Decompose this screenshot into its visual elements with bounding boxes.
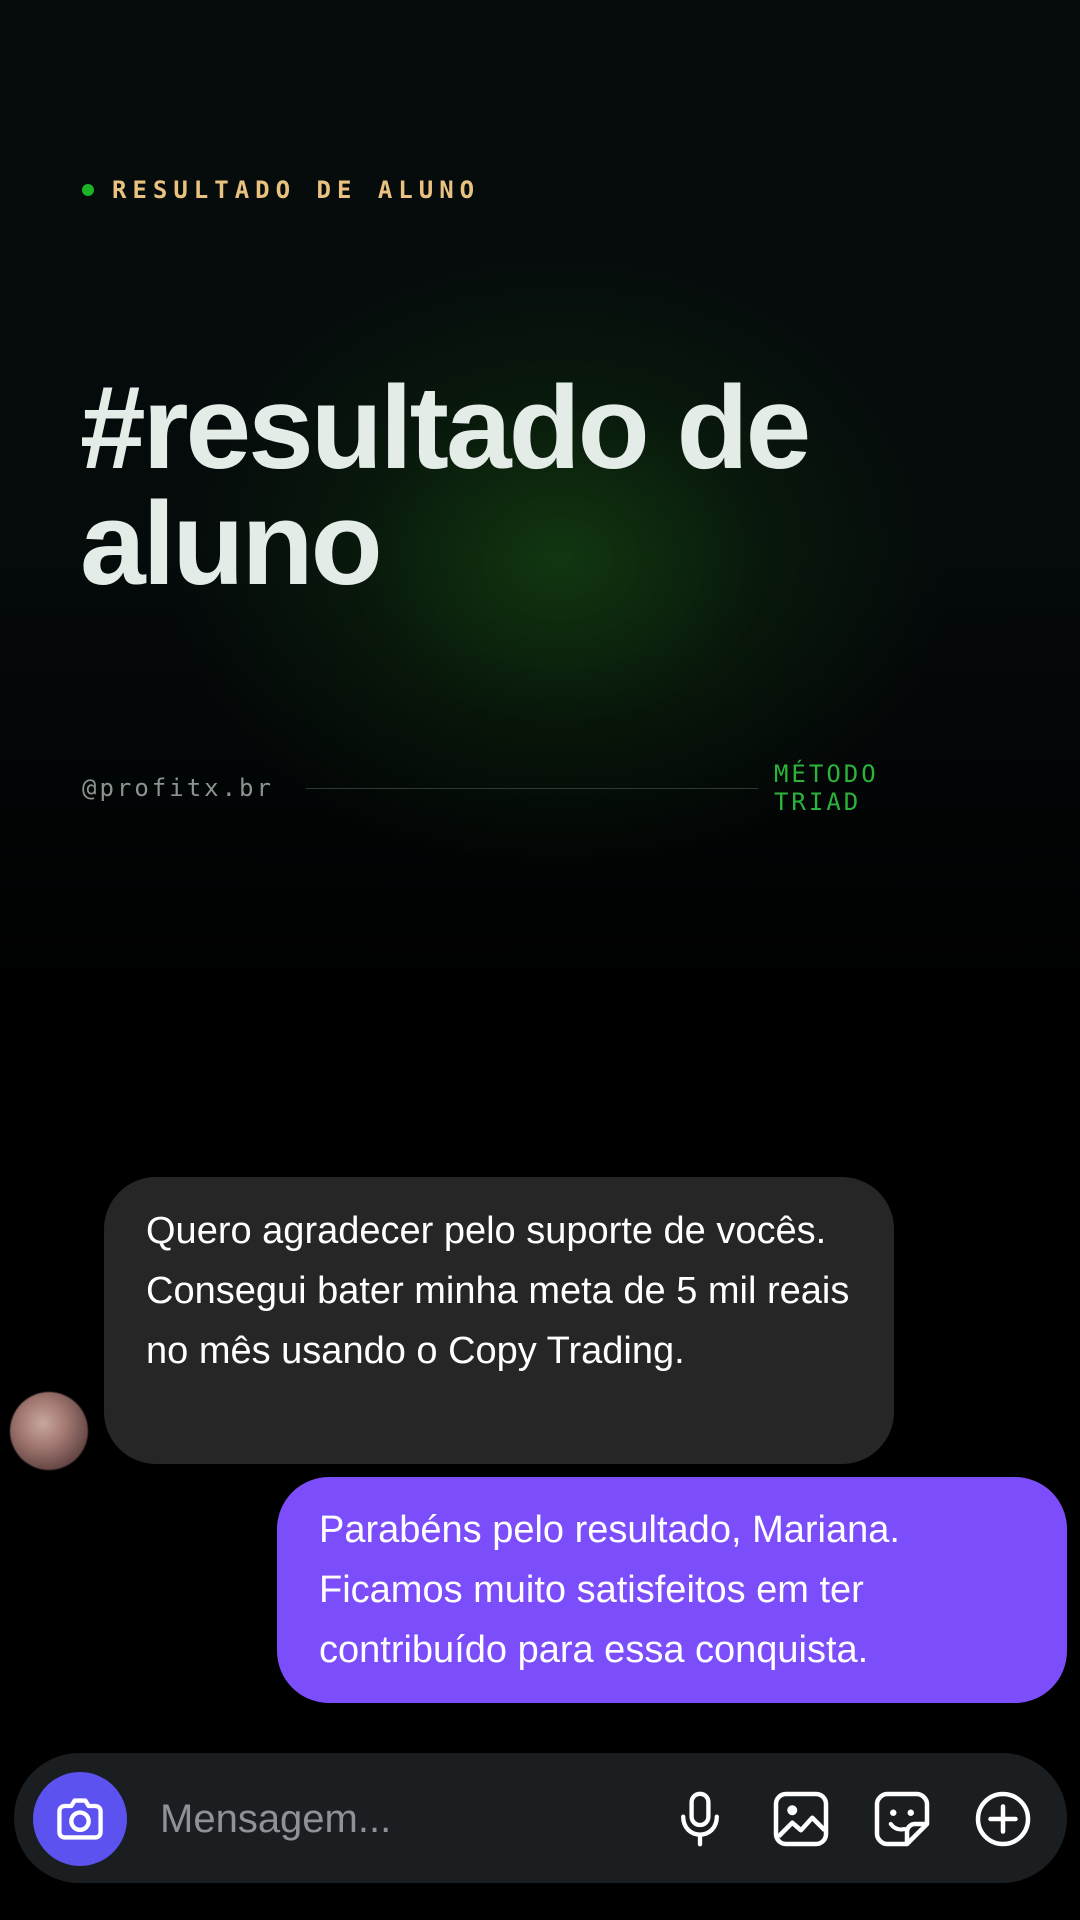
- method-label: MÉTODO TRIAD: [773, 760, 879, 816]
- message-composer: [14, 1753, 1067, 1883]
- avatar[interactable]: [10, 1392, 88, 1470]
- handle-row: @profitx.br MÉTODO TRIAD: [82, 760, 982, 816]
- microphone-icon: [681, 1791, 719, 1847]
- kicker-label: RESULTADO DE ALUNO: [112, 176, 481, 204]
- gallery-button[interactable]: [769, 1787, 833, 1851]
- status-dot-icon: [82, 184, 94, 196]
- outgoing-message-bubble[interactable]: Parabéns pelo resultado, Mariana. Ficamo…: [277, 1477, 1067, 1703]
- message-input[interactable]: [158, 1785, 642, 1853]
- sticker-button[interactable]: [870, 1787, 934, 1851]
- outgoing-message-text: Parabéns pelo resultado, Mariana. Ficamo…: [319, 1509, 900, 1671]
- incoming-message-bubble[interactable]: Quero agradecer pelo suporte de vocês. C…: [104, 1177, 894, 1464]
- camera-button[interactable]: [33, 1772, 127, 1866]
- incoming-message-text: Quero agradecer pelo suporte de vocês. C…: [146, 1210, 850, 1372]
- gallery-icon: [773, 1791, 829, 1847]
- account-handle: @profitx.br: [82, 774, 274, 802]
- kicker: RESULTADO DE ALUNO: [82, 176, 480, 204]
- add-icon: [975, 1791, 1031, 1847]
- add-button[interactable]: [971, 1787, 1035, 1851]
- headline: #resultado de aluno: [80, 369, 1020, 603]
- camera-icon: [57, 1798, 103, 1840]
- headline-line-1: #resultado de: [80, 362, 811, 494]
- sticker-icon: [874, 1791, 930, 1847]
- headline-line-2: aluno: [80, 478, 383, 610]
- hero-section: RESULTADO DE ALUNO #resultado de aluno @p…: [0, 0, 1080, 1000]
- divider: [305, 787, 758, 789]
- microphone-button[interactable]: [668, 1787, 732, 1851]
